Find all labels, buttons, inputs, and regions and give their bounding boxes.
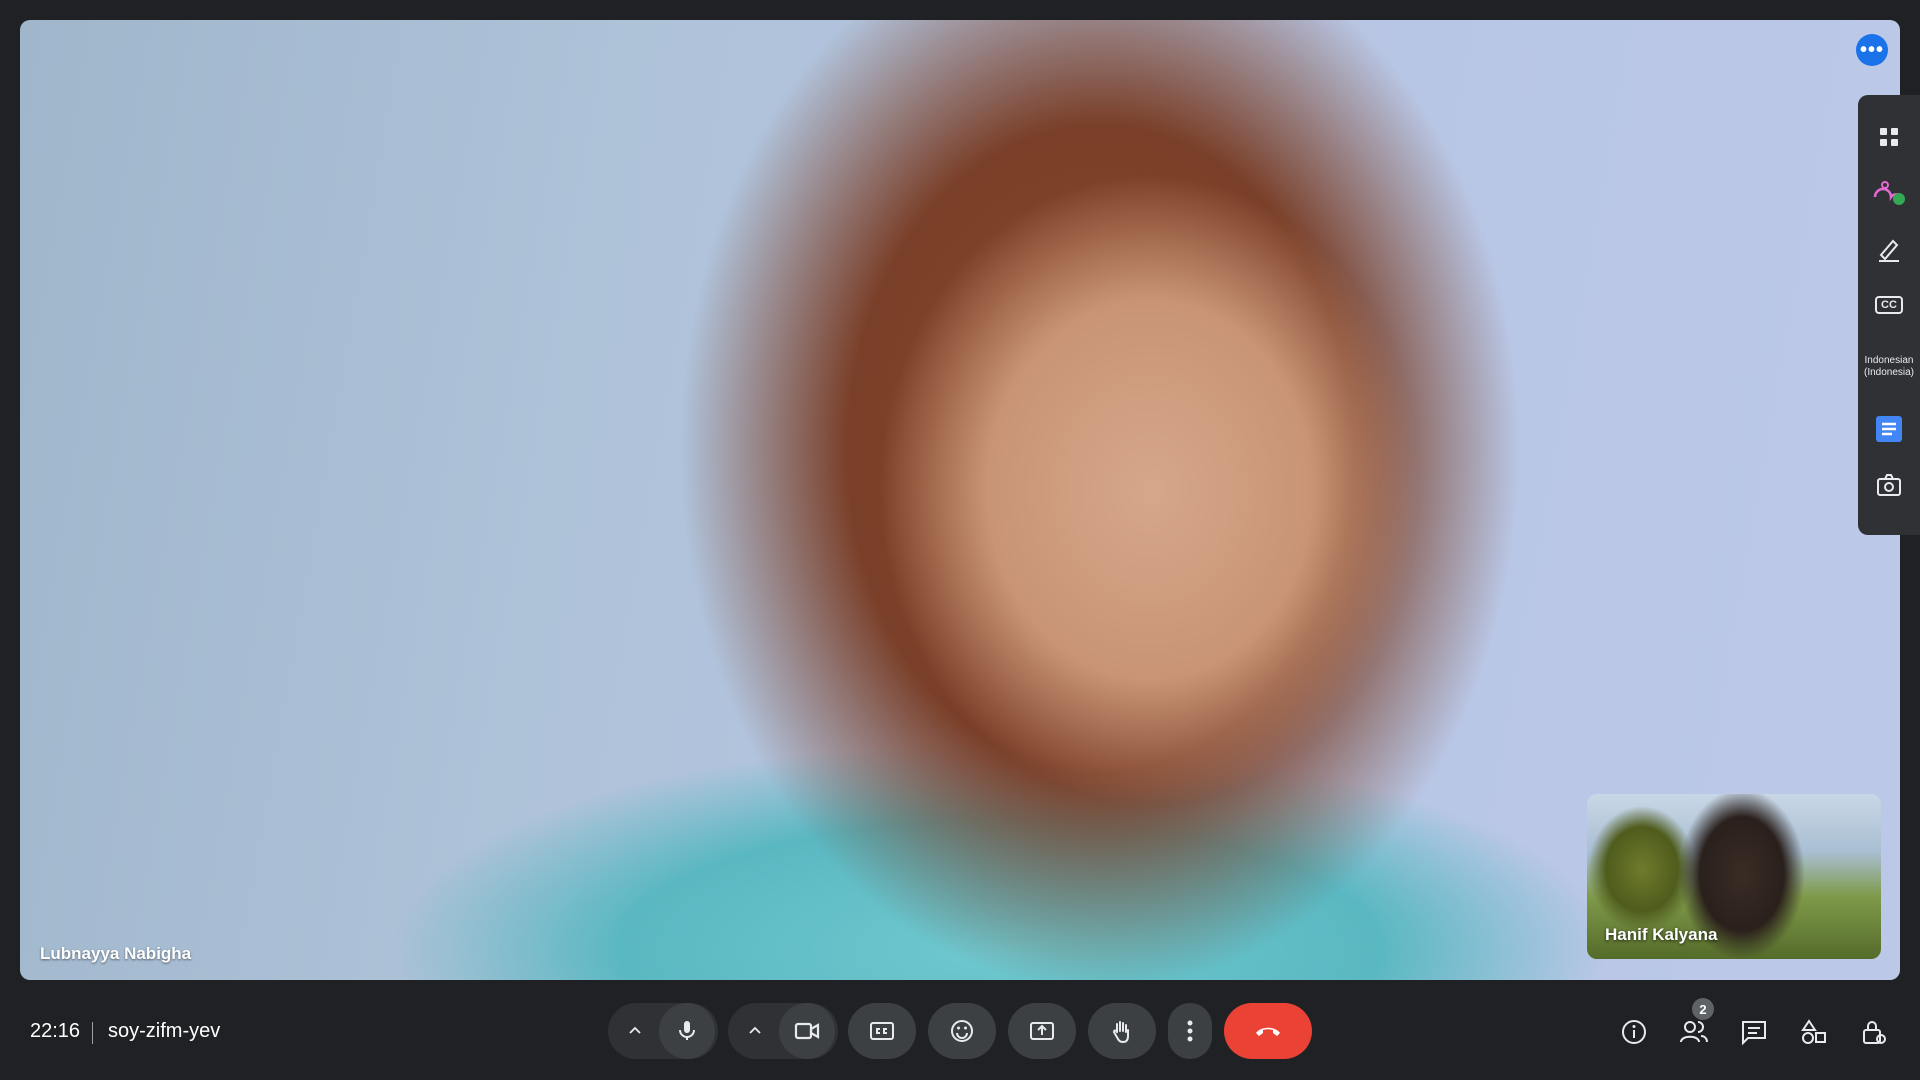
side-toolbar: CC Indonesian (Indonesia)	[1858, 95, 1920, 535]
camera-button[interactable]	[779, 1003, 835, 1059]
host-controls-icon[interactable]	[1852, 1010, 1896, 1054]
captions-label: CC	[1875, 296, 1903, 314]
meeting-code: soy-zifm-yev	[108, 1020, 221, 1042]
emoji-icon	[951, 1020, 973, 1042]
present-screen-button[interactable]	[1008, 1003, 1076, 1059]
raise-hand-icon	[1112, 1021, 1129, 1044]
leave-call-button[interactable]	[1224, 1003, 1312, 1059]
activities-icon[interactable]	[1792, 1010, 1836, 1054]
camera-control-group	[728, 1003, 838, 1059]
grid-apps-icon[interactable]	[1866, 109, 1912, 165]
chat-icon[interactable]	[1732, 1010, 1776, 1054]
microphone-icon	[679, 1021, 695, 1040]
caption-language[interactable]: Indonesian (Indonesia)	[1864, 333, 1914, 401]
main-participant-name: Lubnayya Nabigha	[40, 944, 192, 963]
effects-icon[interactable]	[1866, 165, 1912, 221]
reactions-button[interactable]	[928, 1003, 996, 1059]
bottom-control-bar: 22:16 soy-zifm-yev 2	[0, 980, 1920, 1080]
pip-video-tile[interactable]: Hanif Kalyana	[1587, 794, 1881, 959]
captions-icon[interactable]: CC	[1866, 277, 1912, 333]
closed-captions-icon	[870, 1022, 894, 1040]
more-options-icon[interactable]: •••	[1856, 34, 1888, 66]
meeting-clock: 22:16	[30, 1020, 81, 1042]
mic-options-chevron-icon[interactable]	[611, 1023, 659, 1039]
notes-doc-icon[interactable]	[1866, 401, 1912, 457]
more-actions-button[interactable]	[1168, 1003, 1212, 1059]
camera-snapshot-icon[interactable]	[1866, 457, 1912, 513]
microphone-button[interactable]	[659, 1003, 715, 1059]
captions-button[interactable]	[848, 1003, 916, 1059]
pip-participant-name: Hanif Kalyana	[1605, 925, 1718, 944]
camera-options-chevron-icon[interactable]	[731, 1023, 779, 1039]
meeting-details-icon[interactable]	[1612, 1010, 1656, 1054]
raise-hand-button[interactable]	[1088, 1003, 1156, 1059]
people-count-badge: 2	[1692, 998, 1714, 1020]
present-screen-icon	[1030, 1022, 1054, 1040]
divider	[92, 1022, 93, 1044]
people-icon[interactable]: 2	[1672, 998, 1716, 1054]
mic-control-group	[608, 1003, 718, 1059]
whiteboard-pen-icon[interactable]	[1866, 221, 1912, 277]
hang-up-icon	[1256, 1027, 1280, 1036]
more-vertical-icon	[1187, 1020, 1193, 1042]
video-camera-icon	[794, 1022, 820, 1040]
